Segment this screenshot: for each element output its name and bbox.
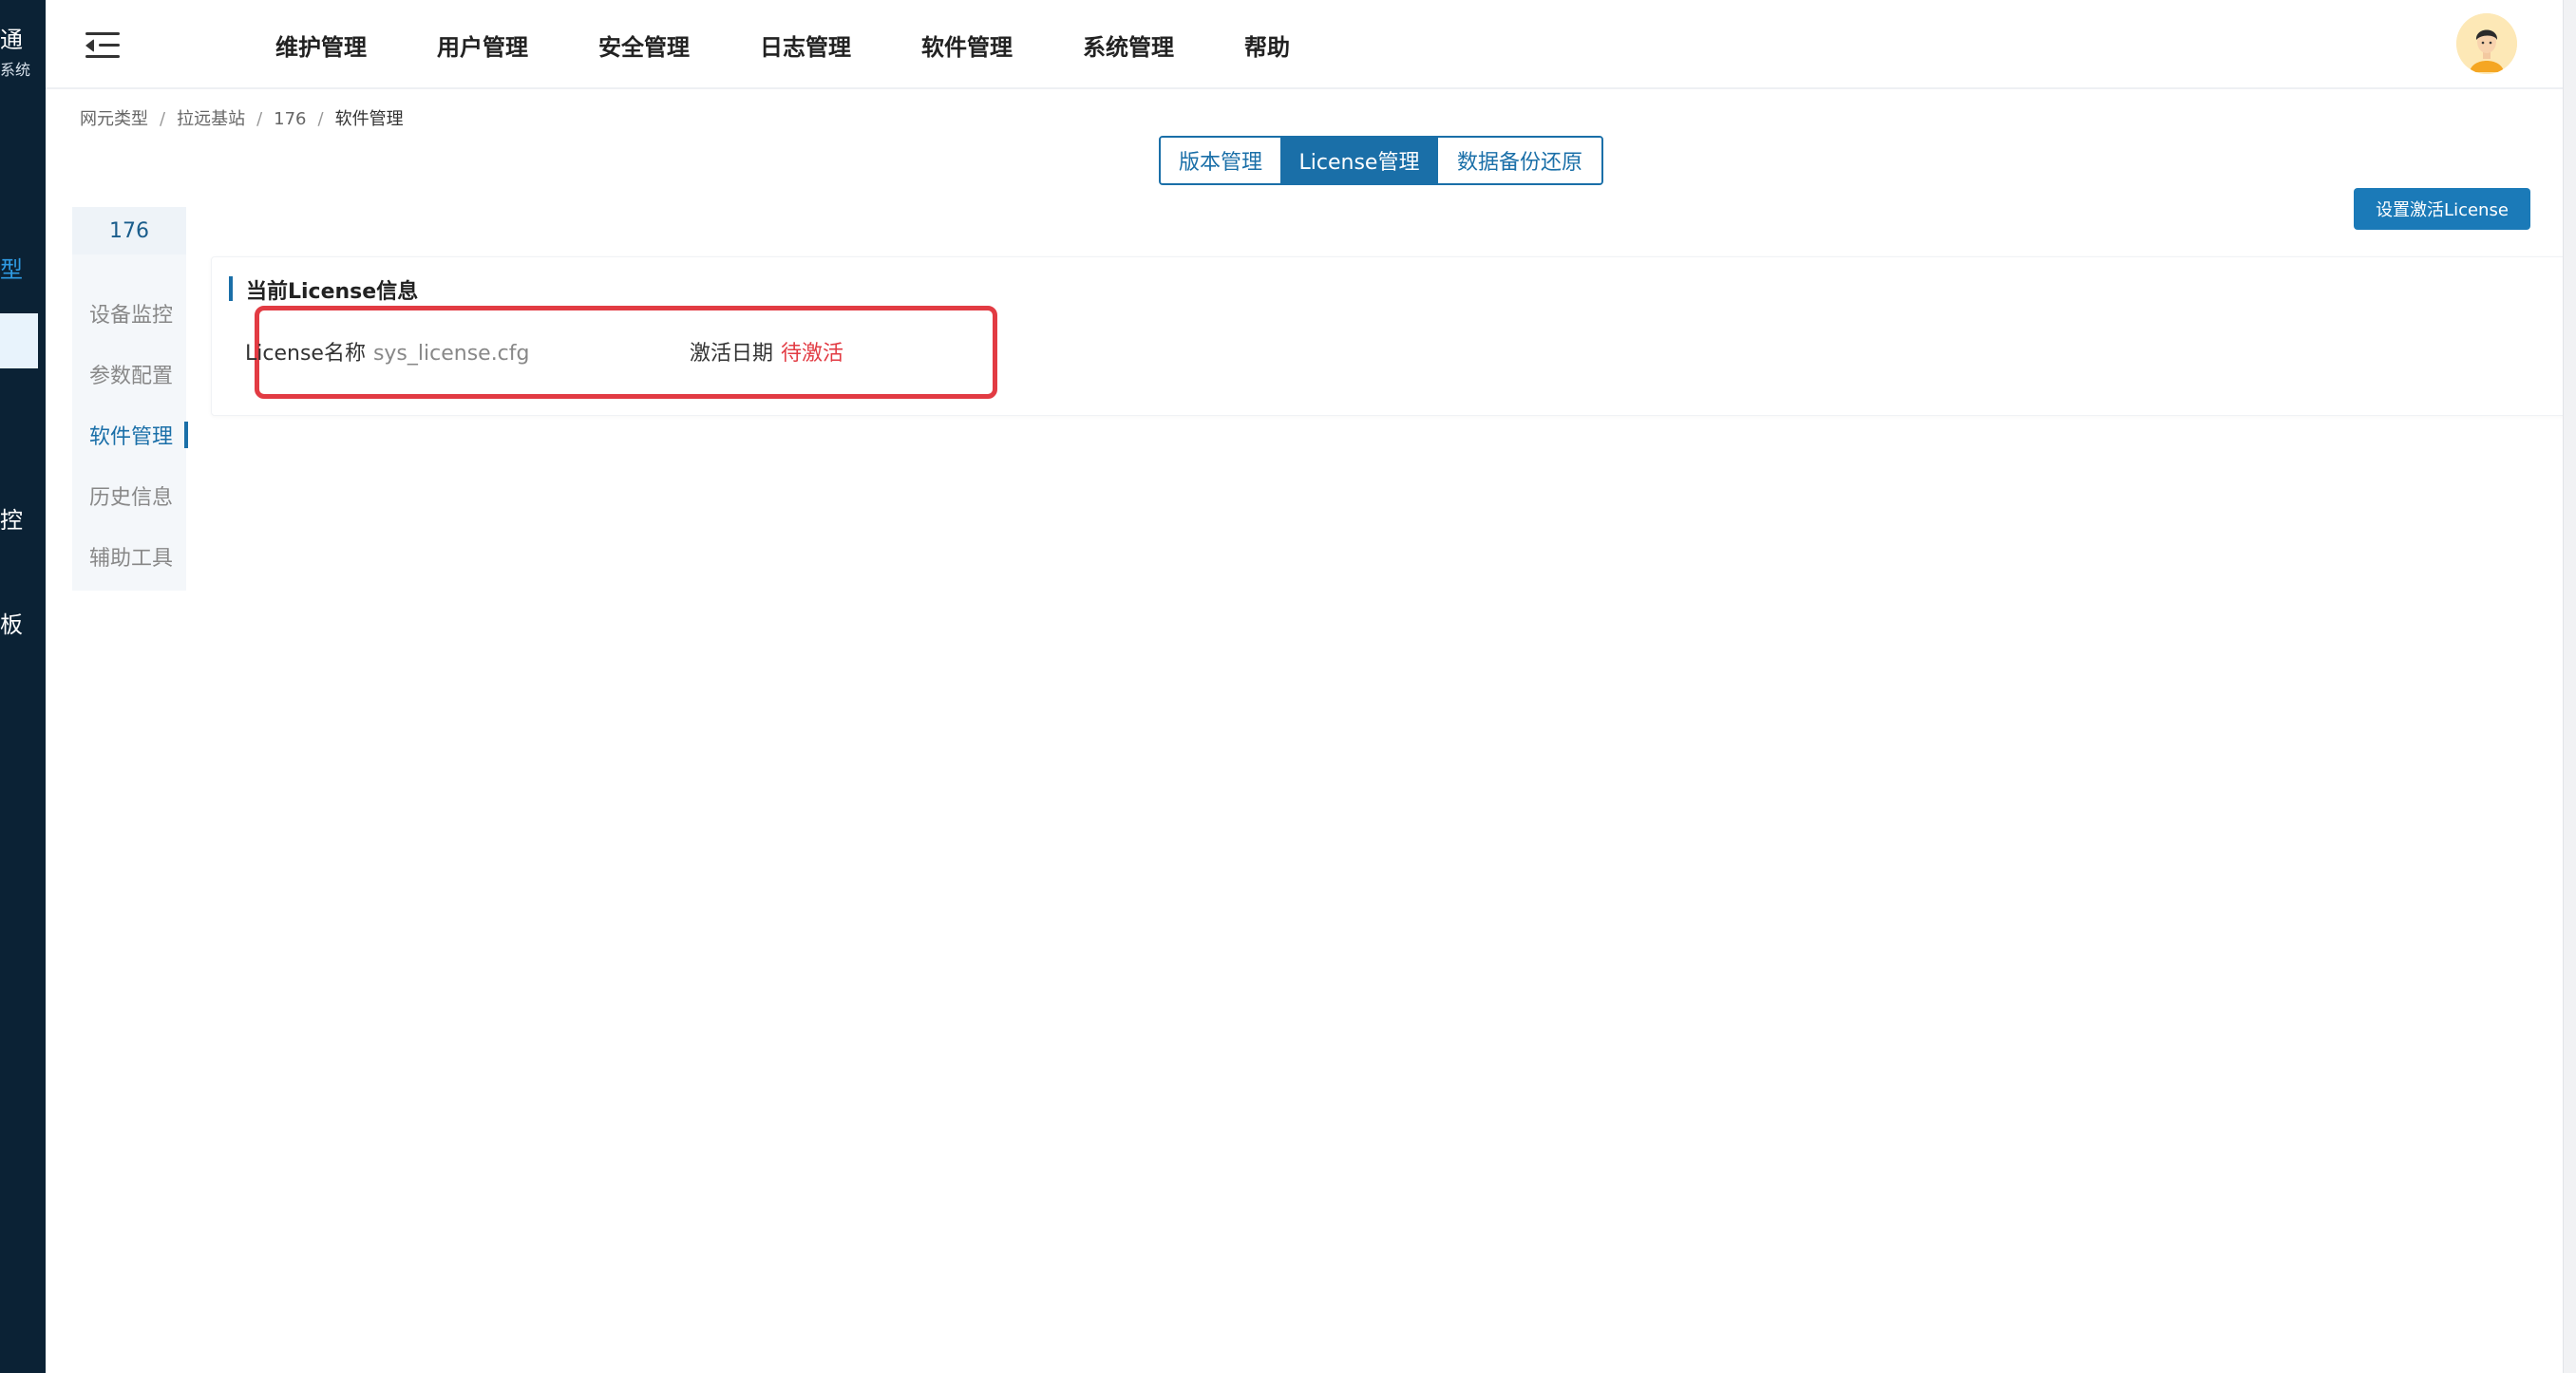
- sidebar-brand-sub-fragment: 系统: [0, 61, 31, 79]
- main-panel: 维护管理 用户管理 安全管理 日志管理 软件管理 系统管理 帮助 网元类型 / …: [46, 0, 2576, 1373]
- nav-software[interactable]: 软件管理: [921, 28, 1013, 62]
- subnav-item-tools[interactable]: 辅助工具: [89, 541, 173, 572]
- menu-collapse-icon[interactable]: [85, 32, 120, 59]
- section-title: 当前License信息: [246, 280, 419, 304]
- device-subnav: 176 设备监控 参数配置 软件管理 历史信息 辅助工具: [72, 207, 186, 591]
- breadcrumb-separator: /: [256, 109, 263, 129]
- nav-maintenance[interactable]: 维护管理: [275, 28, 367, 62]
- breadcrumb-item[interactable]: 拉远基站: [177, 109, 245, 129]
- tab-license-management[interactable]: License管理: [1282, 138, 1436, 183]
- nav-help[interactable]: 帮助: [1244, 28, 1290, 62]
- breadcrumb-separator: /: [317, 109, 324, 129]
- nav-system[interactable]: 系统管理: [1083, 28, 1174, 62]
- top-header: 维护管理 用户管理 安全管理 日志管理 软件管理 系统管理 帮助: [46, 0, 2563, 89]
- activation-date-value: 待激活: [781, 342, 844, 366]
- subnav-item-software-management[interactable]: 软件管理: [89, 420, 173, 450]
- sidebar-brand-fragment: 通: [0, 27, 23, 53]
- tab-version-management[interactable]: 版本管理: [1161, 138, 1282, 183]
- subnav-title: 176: [72, 207, 186, 254]
- sidebar-item-fragment-type[interactable]: 型: [0, 251, 23, 284]
- top-nav: 维护管理 用户管理 安全管理 日志管理 软件管理 系统管理 帮助: [275, 0, 1360, 89]
- nav-security[interactable]: 安全管理: [598, 28, 690, 62]
- breadcrumb-item[interactable]: 176: [274, 109, 306, 129]
- breadcrumb-separator: /: [160, 109, 166, 129]
- nav-users[interactable]: 用户管理: [437, 28, 528, 62]
- subnav-item-param-config[interactable]: 参数配置: [89, 359, 173, 389]
- user-avatar[interactable]: [2456, 13, 2517, 74]
- section-title-marker: [229, 276, 233, 301]
- main-sidebar: 通 系统 型 控 板: [0, 0, 46, 1373]
- set-activate-license-button[interactable]: 设置激活License: [2354, 188, 2530, 230]
- sidebar-item-fragment-control[interactable]: 控: [0, 501, 23, 535]
- breadcrumb-current: 软件管理: [334, 109, 404, 129]
- activation-date-label: 激活日期: [690, 342, 774, 366]
- user-avatar-icon: [2456, 13, 2517, 74]
- license-name-value: sys_license.cfg: [372, 342, 530, 366]
- activation-date-field: 激活日期 待激活: [690, 336, 843, 367]
- tab-data-backup-restore[interactable]: 数据备份还原: [1436, 138, 1601, 183]
- breadcrumb: 网元类型 / 拉远基站 / 176 / 软件管理: [80, 105, 404, 130]
- subnav-active-indicator: [184, 422, 188, 448]
- license-name-field: License名称 sys_license.cfg: [245, 336, 530, 367]
- license-name-label: License名称: [245, 342, 366, 366]
- window-right-edge: [2563, 0, 2576, 1373]
- breadcrumb-item[interactable]: 网元类型: [80, 109, 148, 129]
- subnav-item-device-monitor[interactable]: 设备监控: [89, 298, 173, 329]
- sidebar-active-highlight: [0, 313, 38, 368]
- software-tabs: 版本管理 License管理 数据备份还原: [1159, 136, 1603, 185]
- app-window: 通 系统 型 控 板 维护管理 用户管理 安全管理 日志管理 软件管理 系统管理…: [0, 0, 2576, 1373]
- subnav-item-history[interactable]: 历史信息: [89, 480, 173, 511]
- nav-logs[interactable]: 日志管理: [760, 28, 851, 62]
- sidebar-item-fragment-board[interactable]: 板: [0, 606, 23, 639]
